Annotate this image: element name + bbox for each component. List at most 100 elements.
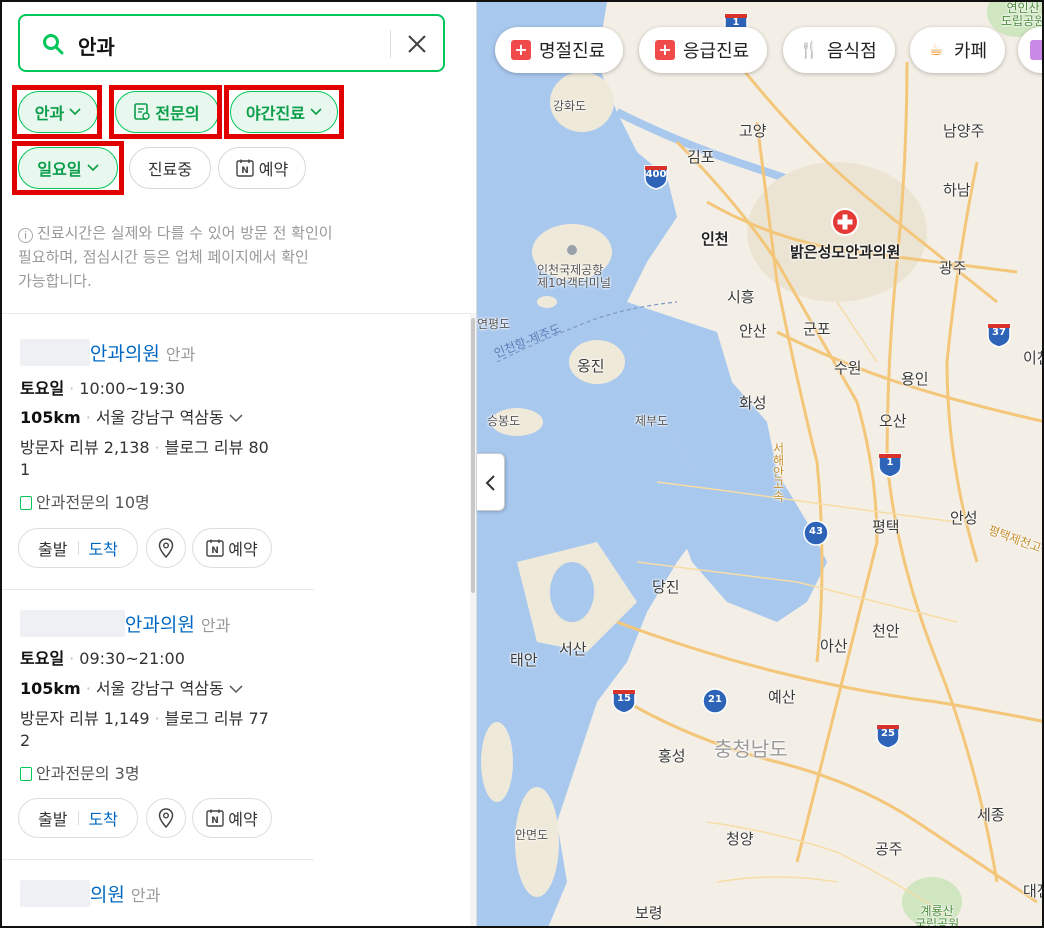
- map-label: 인천국제공항 제1여객터미널: [537, 263, 611, 290]
- map-label: 당진: [652, 578, 680, 596]
- map-chip-cafe[interactable]: ☕ 카페: [910, 27, 1006, 73]
- notice-line: 가능합니다.: [18, 272, 92, 290]
- map-label: 화성: [739, 394, 767, 412]
- clinic-pin-label[interactable]: 밝은성모안과의원: [790, 241, 900, 262]
- result-name[interactable]: 강남서울밝은안과의원안과: [20, 610, 230, 637]
- route-buttons[interactable]: 출발 도착: [18, 528, 138, 568]
- map-pin-button[interactable]: [146, 798, 186, 838]
- svg-text:N: N: [241, 166, 249, 176]
- map-label: 아산: [820, 637, 848, 655]
- map-label: 평택: [872, 518, 900, 536]
- medical-cross-icon: +: [511, 40, 531, 60]
- map-label: 수원: [834, 359, 862, 377]
- result-name[interactable]: 강남밝은의원안과: [20, 880, 160, 907]
- search-divider: [390, 30, 391, 58]
- highway-shield: 25: [874, 721, 902, 749]
- map-label: 연평도: [477, 317, 511, 331]
- arrive-button[interactable]: 도착: [89, 536, 118, 560]
- map-label: 대전: [1023, 882, 1042, 900]
- depart-button[interactable]: 출발: [38, 536, 67, 560]
- filter-chip-reservation[interactable]: N 예약: [218, 147, 306, 189]
- result-location[interactable]: 105km · 서울 강남구 역삼동: [20, 675, 243, 699]
- collapse-panel-button[interactable]: [477, 453, 505, 511]
- result-specialists: 안과전문의 3명: [20, 760, 140, 784]
- map-label: 세종: [977, 806, 1005, 824]
- map-label: 홍성: [658, 747, 686, 765]
- scrollbar-thumb[interactable]: [471, 318, 475, 593]
- divider: [2, 589, 314, 590]
- map-label: 태안: [510, 651, 538, 669]
- result-category: 안과: [165, 345, 196, 364]
- highway-shield: 21: [701, 687, 729, 715]
- naver-booking-icon: N: [206, 539, 224, 557]
- map-label: 예산: [768, 688, 796, 706]
- map-label: 남양주: [943, 122, 985, 140]
- filter-chip-open-now[interactable]: 진료중: [129, 147, 211, 189]
- result-category: 안과: [200, 616, 231, 635]
- redacted-text: 강남밝은: [20, 880, 90, 907]
- certificate-icon: [20, 767, 32, 781]
- search-icon: [43, 34, 64, 55]
- filter-chip-label: 안과: [34, 104, 65, 123]
- search-input[interactable]: 안과: [78, 31, 115, 60]
- chevron-down-icon: [87, 164, 99, 172]
- map-view[interactable]: 김포 인천 고양 남양주 하남 광주 시흥 안산 군포 수원 용인 화성 오산 …: [477, 2, 1042, 928]
- result-name[interactable]: 밝은성모안과의원안과: [20, 339, 195, 366]
- map-label: 안면도: [515, 828, 549, 842]
- chevron-down-icon: [229, 685, 243, 694]
- filter-chip-label: 예약: [258, 160, 289, 179]
- map-label: 제부도: [635, 414, 669, 428]
- highway-shield: 15: [610, 686, 638, 714]
- result-location[interactable]: 105km · 서울 강남구 역삼동: [20, 404, 243, 428]
- highway-shield: 43: [802, 519, 830, 547]
- naver-booking-icon: N: [206, 809, 224, 827]
- map-label: 천안: [872, 622, 900, 640]
- map-pin-icon: [158, 538, 174, 558]
- notice-line: 진료시간은 실제와 다를 수 있어 방문 전 확인이: [37, 224, 333, 242]
- chevron-down-icon: [310, 108, 322, 116]
- filter-chip-sunday[interactable]: 일요일: [18, 147, 118, 189]
- map-label: 강화도: [553, 99, 587, 113]
- close-icon[interactable]: [404, 31, 430, 57]
- chevron-down-icon: [69, 108, 81, 116]
- filter-chip-night[interactable]: 야간진료: [230, 91, 338, 133]
- depart-button[interactable]: 출발: [38, 806, 67, 830]
- map-pin-button[interactable]: [146, 528, 186, 568]
- certificate-icon: [134, 103, 151, 120]
- map-label: 승봉도: [487, 414, 521, 428]
- map-region-label: 충청남도: [714, 737, 788, 761]
- reserve-button[interactable]: N 예약: [192, 798, 272, 838]
- map-label: 하남: [943, 181, 971, 199]
- map-chip-restaurant[interactable]: 🍴 음식점: [783, 27, 895, 73]
- clinic-pin-icon[interactable]: [830, 207, 860, 237]
- map-label: 안성: [950, 509, 978, 527]
- result-reviews-wrap: 1: [20, 460, 31, 479]
- filter-chip-label: 일요일: [37, 160, 82, 179]
- filter-chip-label: 야간진료: [246, 104, 305, 123]
- highway-shield: 400: [642, 162, 670, 190]
- map-label: 용인: [901, 370, 929, 388]
- map-label: 오산: [879, 412, 907, 430]
- map-label: 광주: [939, 259, 967, 277]
- bed-icon: [1030, 40, 1042, 60]
- svg-text:N: N: [211, 816, 219, 826]
- route-buttons[interactable]: 출발 도착: [18, 798, 138, 838]
- naver-booking-icon: N: [236, 159, 254, 177]
- reserve-button[interactable]: N 예약: [192, 528, 272, 568]
- filter-chip-specialist[interactable]: 전문의: [115, 91, 219, 133]
- map-label: 청양: [726, 830, 754, 848]
- filter-chip-eye[interactable]: 안과: [18, 91, 98, 133]
- coffee-cup-icon: ☕: [928, 40, 944, 59]
- result-hours: 토요일 · 09:30~21:00: [20, 649, 185, 668]
- map-chip-holiday-clinic[interactable]: + 명절진료: [495, 27, 624, 73]
- notice-line: 필요하며, 점심시간 등은 업체 페이지에서 확인: [18, 248, 309, 266]
- map-chip-emergency-clinic[interactable]: + 응급진료: [639, 27, 768, 73]
- arrive-button[interactable]: 도착: [89, 806, 118, 830]
- search-box[interactable]: 안과: [18, 14, 445, 72]
- result-specialists: 안과전문의 10명: [20, 489, 150, 513]
- map-label: 고양: [739, 122, 767, 140]
- map-pin-icon: [158, 808, 174, 828]
- medical-cross-icon: +: [655, 40, 675, 60]
- map-label: 보령: [635, 904, 663, 922]
- map-label: 계룡산 국립공원: [915, 904, 960, 928]
